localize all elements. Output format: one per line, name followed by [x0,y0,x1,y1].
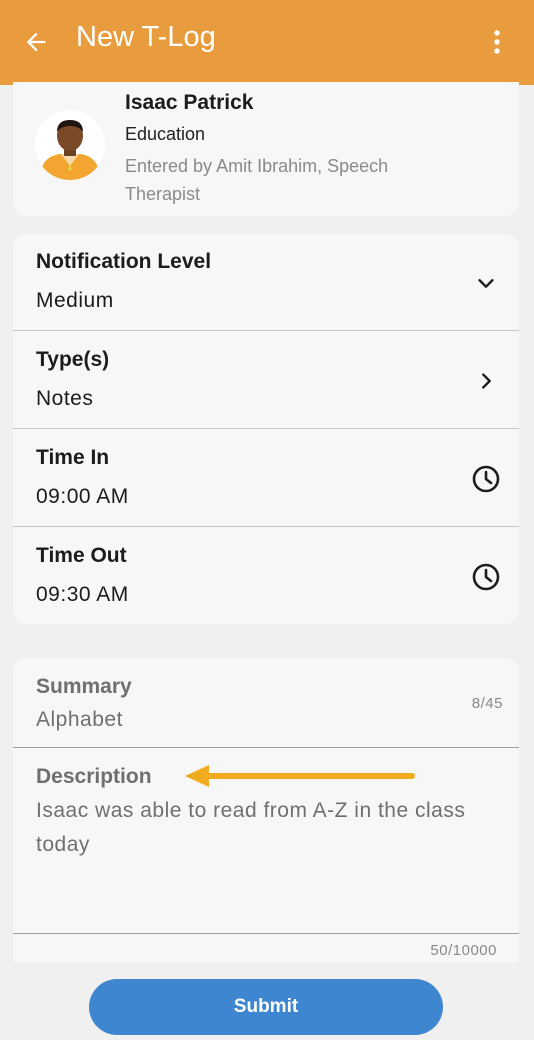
summary-input[interactable]: Alphabet [36,703,123,737]
summary-field[interactable]: Summary Alphabet 8/45 [13,658,519,747]
time-in-label: Time In [36,446,110,469]
time-out-value: 09:30 AM [36,583,129,606]
notification-level-selector[interactable]: Notification Level Medium [13,234,519,332]
more-vertical-icon [494,30,500,54]
summary-label: Summary [36,675,132,698]
entered-by-text: Entered by Amit Ibrahim, Speech Therapis… [125,156,389,204]
submit-button[interactable]: Submit [89,979,443,1035]
app-bar: New T-Log [0,0,534,85]
description-label: Description [36,765,152,788]
description-char-counter: 50/10000 [430,942,497,959]
student-profile-card: Isaac Patrick Education Entered by Amit … [13,82,519,216]
back-button[interactable] [18,24,54,60]
summary-char-counter: 8/45 [471,695,503,712]
student-name: Isaac Patrick [125,91,254,114]
time-out-picker[interactable]: Time Out 09:30 AM [13,528,519,626]
clock-icon[interactable] [471,562,501,592]
clock-icon[interactable] [471,464,501,494]
description-input[interactable]: Isaac was able to read from A-Z in the c… [36,794,466,862]
page-title: New T-Log [76,21,216,53]
time-out-label: Time Out [36,544,127,567]
annotation-arrow [185,765,415,787]
description-field[interactable]: Description Isaac was able to read from … [13,748,519,933]
description-underline [13,933,519,934]
notification-level-value: Medium [36,289,114,312]
types-value: Notes [36,387,94,410]
divider [13,526,519,527]
tlog-details-card: Notification Level Medium Type(s) Notes … [13,234,519,624]
types-selector[interactable]: Type(s) Notes [13,332,519,430]
divider [13,330,519,331]
student-department: Education [125,124,206,144]
types-label: Type(s) [36,348,110,371]
divider [13,428,519,429]
notes-card: Summary Alphabet 8/45 Description Isaac … [13,658,519,962]
chevron-right-icon[interactable] [471,366,501,396]
time-in-picker[interactable]: Time In 09:00 AM [13,430,519,528]
overflow-menu-button[interactable] [482,22,512,62]
avatar [35,110,105,180]
arrow-left-icon [26,32,46,52]
time-in-value: 09:00 AM [36,485,129,508]
chevron-down-icon[interactable] [471,268,501,298]
notification-level-label: Notification Level [36,250,212,273]
